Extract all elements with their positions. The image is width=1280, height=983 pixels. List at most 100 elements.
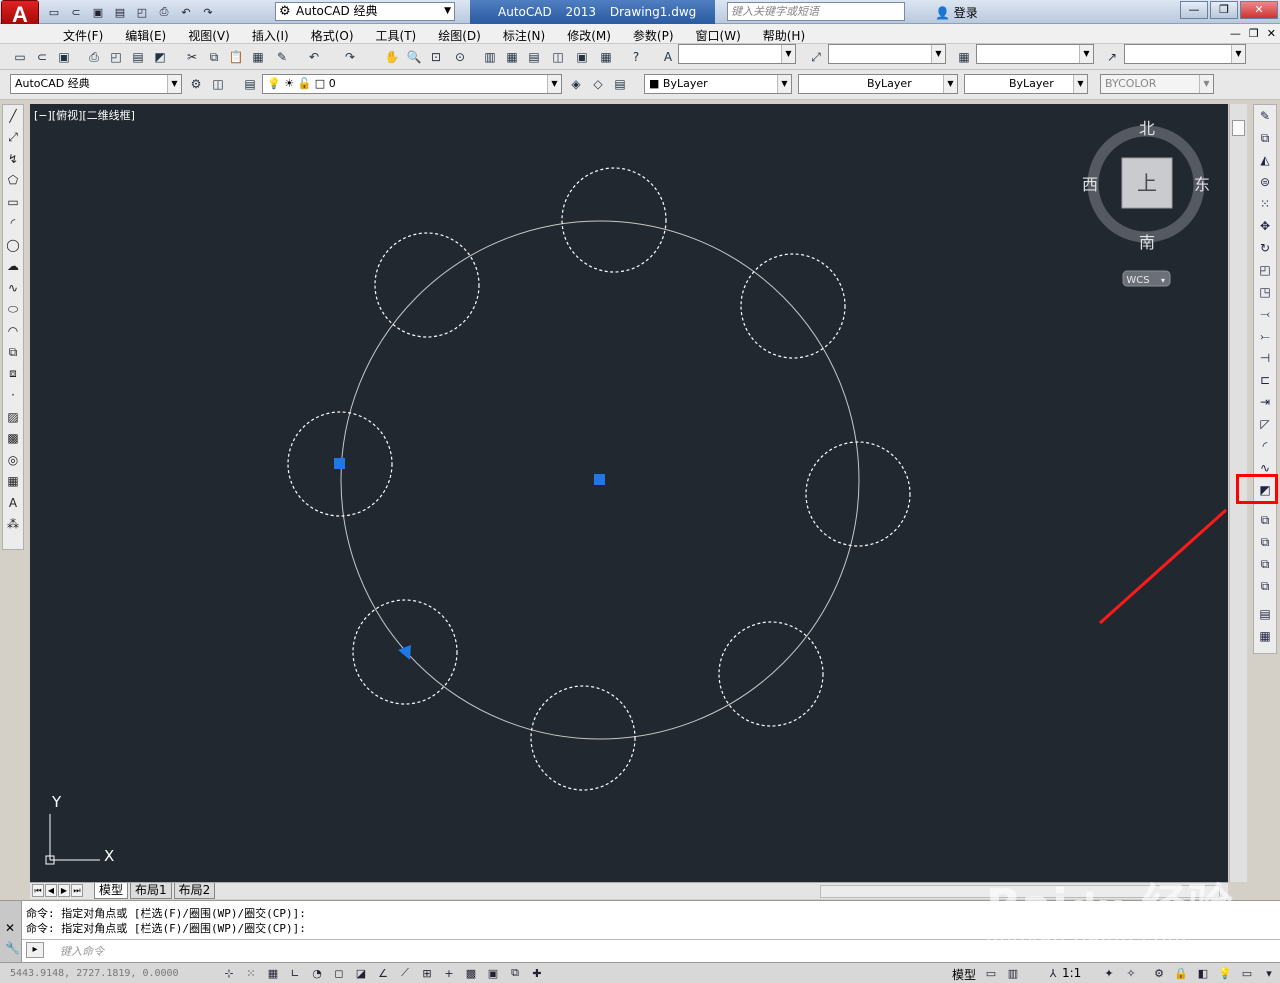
open-icon[interactable]: ⊂ (32, 48, 52, 66)
center-grip[interactable] (594, 474, 605, 485)
annotation-monitor-icon[interactable]: ✚ (528, 965, 546, 981)
scrollbar-thumb[interactable] (1232, 120, 1245, 136)
horizontal-scrollbar[interactable] (820, 885, 1220, 898)
menu-help[interactable]: 帮助(H) (752, 27, 816, 44)
help-icon[interactable]: ? (626, 48, 646, 66)
join-icon[interactable]: ⇥ (1254, 391, 1276, 413)
prev-tab-button[interactable]: ◀ (45, 884, 57, 897)
ellipse-icon[interactable]: ⬭ (3, 299, 23, 321)
calculator-icon[interactable]: ▦ (596, 48, 616, 66)
offset-icon[interactable]: ⊜ (1254, 171, 1276, 193)
tool-palettes-icon[interactable]: ▤ (524, 48, 544, 66)
spline-icon[interactable]: ∿ (3, 277, 23, 299)
quick-view-drawings-icon[interactable]: ▥ (1004, 965, 1022, 981)
wrench-icon[interactable]: 🔧 (5, 941, 20, 955)
lineweight-combo[interactable]: ByLayer ▼ (964, 74, 1088, 94)
lineweight-icon[interactable]: + (440, 965, 458, 981)
print-icon[interactable]: ⎙ (154, 3, 174, 21)
menu-parametric[interactable]: 参数(P) (622, 27, 685, 44)
menu-tools[interactable]: 工具(T) (365, 27, 428, 44)
grid-display-icon[interactable]: ▦ (264, 965, 282, 981)
viewcube[interactable]: 上 北 南 东 西 WCS ▾ (1082, 119, 1210, 287)
drawing-minimize-button[interactable]: — (1230, 27, 1241, 40)
polar-tracking-icon[interactable]: ◔ (308, 965, 326, 981)
extend-icon[interactable]: ⤚ (1254, 325, 1276, 347)
mirror-icon[interactable]: ◭ (1254, 149, 1276, 171)
auto-scale-icon[interactable]: ✧ (1122, 965, 1140, 981)
sheet-set-icon[interactable]: ◫ (548, 48, 568, 66)
compass-east[interactable]: 东 (1194, 175, 1210, 194)
fillet-icon[interactable]: ◜ (1254, 435, 1276, 457)
zoom-window-icon[interactable]: ⊡ (426, 48, 446, 66)
text-style-icon[interactable]: A (658, 48, 678, 66)
object-snap-tracking-icon[interactable]: ∠ (374, 965, 392, 981)
menu-view[interactable]: 视图(V) (177, 27, 241, 44)
color-combo[interactable]: ■ ByLayer ▼ (644, 74, 792, 94)
move-icon[interactable]: ✥ (1254, 215, 1276, 237)
paste-icon[interactable]: 📋 (226, 48, 246, 66)
drawing-restore-button[interactable]: ❐ (1249, 27, 1259, 40)
viewport-controls-label[interactable]: [−][俯视][二维线框] (34, 107, 135, 123)
tab-layout1[interactable]: 布局1 (130, 883, 172, 899)
region-icon[interactable]: ◎ (3, 449, 23, 471)
polygon-icon[interactable]: ⬠ (3, 170, 23, 192)
menu-edit[interactable]: 编辑(E) (114, 27, 177, 44)
ortho-mode-icon[interactable]: ∟ (286, 965, 304, 981)
open-icon[interactable]: ⊂ (66, 3, 86, 21)
workspace-settings-icon[interactable]: ◫ (208, 75, 228, 93)
add-selected-icon[interactable]: ⁂ (3, 514, 23, 536)
publish-icon[interactable]: ▤ (128, 48, 148, 66)
text-front-icon[interactable]: ▤ (1254, 603, 1276, 625)
3d-dwf-icon[interactable]: ◩ (150, 48, 170, 66)
search-input[interactable]: 键入关键字或短语 (727, 2, 905, 21)
array-circle[interactable] (740, 253, 846, 359)
make-block-icon[interactable]: ⧈ (3, 363, 23, 385)
text-style-combo[interactable]: ▼ (678, 44, 796, 64)
annotation-scale-value[interactable]: 1:1 (1062, 966, 1081, 980)
status-menu-icon[interactable]: ▾ (1260, 965, 1278, 981)
menu-format[interactable]: 格式(O) (300, 27, 365, 44)
redo-icon[interactable]: ↷ (340, 48, 360, 66)
design-center-icon[interactable]: ▦ (502, 48, 522, 66)
layer-previous-icon[interactable]: ◇ (588, 75, 608, 93)
login-link[interactable]: 👤 登录 (935, 4, 978, 21)
isolate-objects-icon[interactable]: 💡 (1216, 965, 1234, 981)
tab-layout2[interactable]: 布局2 (173, 883, 216, 899)
last-tab-button[interactable]: ⏭ (71, 884, 83, 897)
trim-icon[interactable]: ⤙ (1254, 303, 1276, 325)
clean-screen-icon[interactable]: ▭ (1238, 965, 1256, 981)
polyline-icon[interactable]: ↯ (3, 148, 23, 170)
array-icon[interactable]: ⁙ (1254, 193, 1276, 215)
brush-icon[interactable]: ✎ (272, 48, 292, 66)
layer-state-icon[interactable]: ▤ (610, 75, 630, 93)
layer-combo[interactable]: 💡 ☀ 🔓 □ 0 ▼ (262, 74, 562, 94)
quick-view-layouts-icon[interactable]: ▭ (982, 965, 1000, 981)
zoom-realtime-icon[interactable]: 🔍 (404, 48, 424, 66)
plot-preview-icon[interactable]: ◰ (132, 3, 152, 21)
gear-icon[interactable]: ⚙ (186, 75, 206, 93)
hatch-icon[interactable]: ▨ (3, 406, 23, 428)
rotate-icon[interactable]: ↻ (1254, 237, 1276, 259)
point-icon[interactable]: · (3, 385, 23, 407)
stretch-icon[interactable]: ◳ (1254, 281, 1276, 303)
cut-icon[interactable]: ✂ (182, 48, 202, 66)
ellipse-arc-icon[interactable]: ◠ (3, 320, 23, 342)
array-circle[interactable] (374, 232, 480, 338)
print-icon[interactable]: ⎙ (84, 48, 104, 66)
make-current-layer-icon[interactable]: ◈ (566, 75, 586, 93)
redo-icon[interactable]: ↷ (198, 3, 218, 21)
multileader-style-icon[interactable]: ↗ (1102, 48, 1122, 66)
infer-constraints-icon[interactable]: ⊹ (220, 965, 238, 981)
menu-modify[interactable]: 修改(M) (556, 27, 622, 44)
object-snap-icon[interactable]: ◻ (330, 965, 348, 981)
dynamic-ucs-icon[interactable]: ⟋ (396, 965, 414, 981)
draworder-above-icon[interactable]: ⧉ (1254, 553, 1276, 575)
multiline-text-icon[interactable]: A (3, 492, 23, 514)
3d-object-snap-icon[interactable]: ◪ (352, 965, 370, 981)
hardware-acceleration-icon[interactable]: ◧ (1194, 965, 1212, 981)
markup-icon[interactable]: ▣ (572, 48, 592, 66)
transparency-icon[interactable]: ▩ (462, 965, 480, 981)
undo-icon[interactable]: ↶ (304, 48, 324, 66)
scale-icon[interactable]: ◰ (1254, 259, 1276, 281)
dim-style-icon[interactable]: ⤢ (806, 48, 826, 66)
